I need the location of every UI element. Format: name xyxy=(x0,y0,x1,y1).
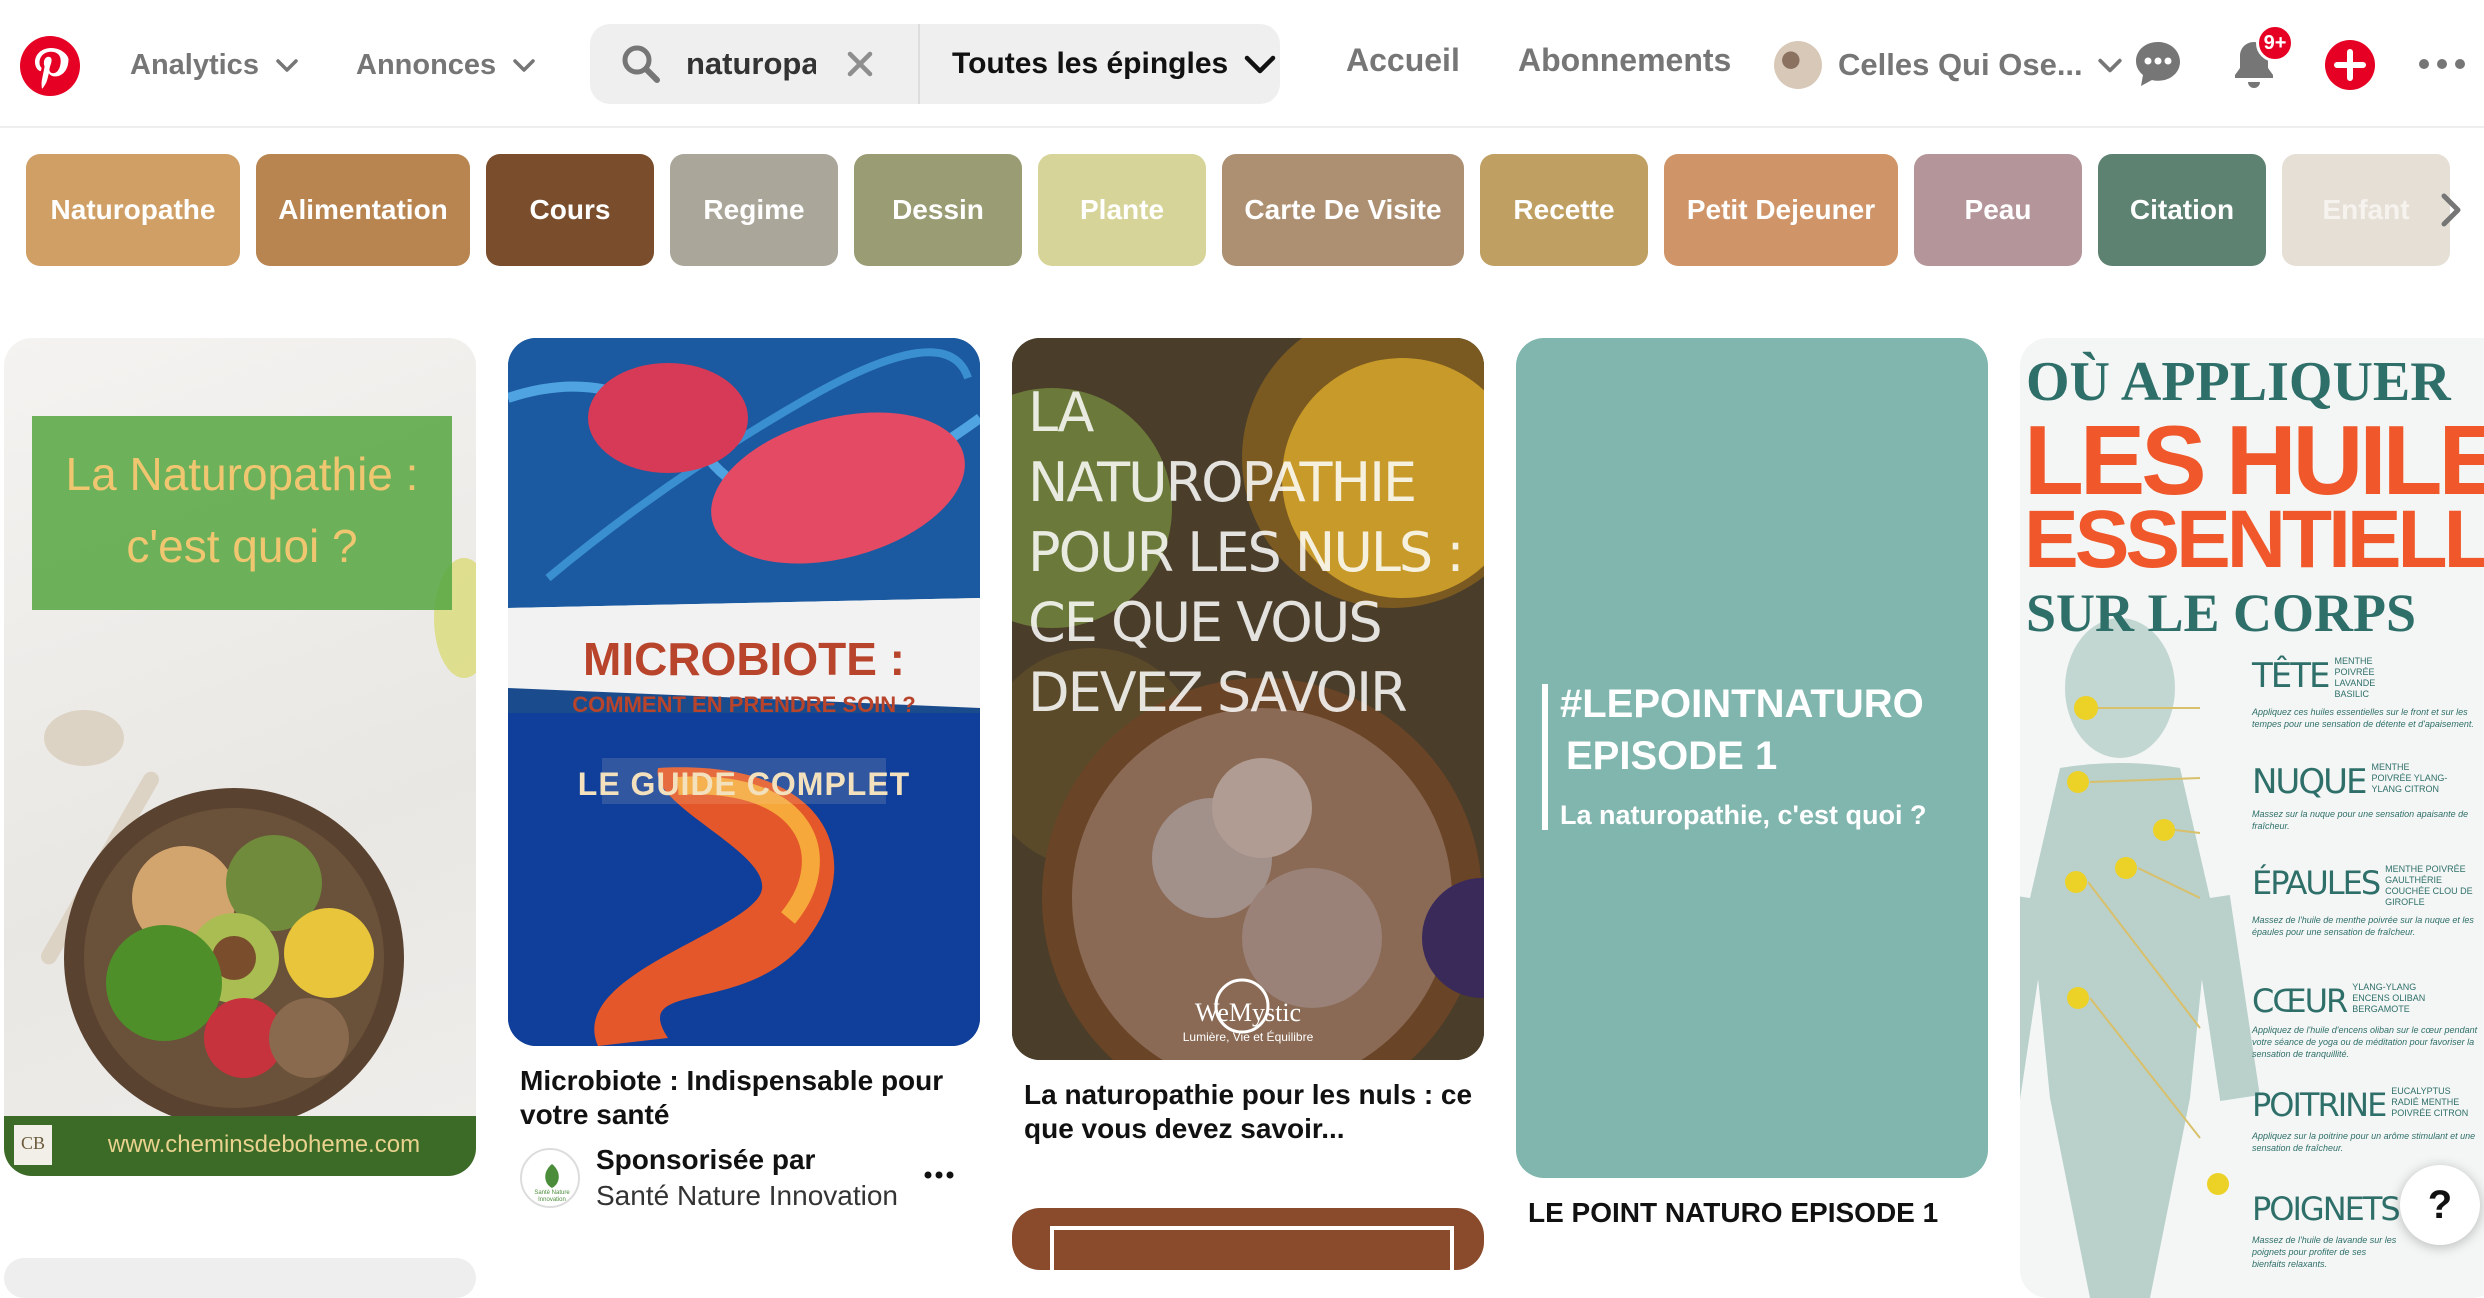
chip-alimentation[interactable]: Alimentation xyxy=(256,154,470,266)
chip-dessin[interactable]: Dessin xyxy=(854,154,1022,266)
chip-petit-dejeuner[interactable]: Petit Dejeuner xyxy=(1664,154,1898,266)
pin-title[interactable]: Microbiote : Indispensable pour votre sa… xyxy=(520,1064,970,1132)
top-navigation-bar: Analytics Annonces Toutes les épingles A… xyxy=(0,0,2484,128)
pin-next-partial[interactable] xyxy=(1012,1208,1484,1270)
pin-subline: COMMENT EN PRENDRE SOIN ? xyxy=(572,692,916,717)
more-options-icon[interactable] xyxy=(924,1170,954,1180)
chip-enfant[interactable]: Enfant xyxy=(2282,154,2450,266)
pin-hashtag-line1: #LEPOINTNATURO xyxy=(1560,682,1924,726)
body-part: CŒUR YLANG-YLANG ENCENS OLIBAN BERGAMOTE … xyxy=(2252,982,2484,1086)
search-scope-label: Toutes les épingles xyxy=(952,47,1229,80)
related-search-chips: Naturopathe Alimentation Cours Regime De… xyxy=(0,152,2484,268)
chip-plante[interactable]: Plante xyxy=(1038,154,1206,266)
sponsored-label: Sponsorisée par xyxy=(596,1144,816,1175)
annonces-menu[interactable]: Annonces xyxy=(356,40,536,90)
pin-hashtag-line2: EPISODE 1 xyxy=(1566,734,1778,778)
home-link[interactable]: Accueil xyxy=(1346,42,1460,79)
pin-heading: La Naturopathie : c'est quoi ? xyxy=(65,448,419,572)
chip-carte-de-visite[interactable]: Carte De Visite xyxy=(1222,154,1464,266)
clear-search-icon[interactable] xyxy=(846,50,874,78)
pin-image[interactable]: La Naturopathie : c'est quoi ? CB www.ch… xyxy=(4,338,476,1176)
pin-brand: WeMystic xyxy=(1194,998,1302,1027)
body-part-name: POIGNETS xyxy=(2252,1190,2401,1228)
pinterest-logo-icon[interactable] xyxy=(20,36,80,96)
body-part-name: ÉPAULES xyxy=(2252,864,2381,902)
body-part: ÉPAULES MENTHE POIVRÉE GAULTHÉRIE COUCHÉE… xyxy=(2252,864,2484,982)
body-part-desc: Appliquez ces huiles essentielles sur le… xyxy=(2252,707,2474,729)
sponsor-logo-text: Santé Nature Innovation xyxy=(534,1190,570,1203)
create-pin-button[interactable] xyxy=(2325,40,2375,90)
following-link[interactable]: Abonnements xyxy=(1518,42,1731,79)
help-button[interactable]: ? xyxy=(2400,1165,2480,1245)
search-divider xyxy=(918,24,920,104)
chip-naturopathe[interactable]: Naturopathe xyxy=(26,154,240,266)
body-part-oils: MENTHE POIVRÉE GAULTHÉRIE COUCHÉE CLOU D… xyxy=(2385,864,2473,907)
body-part-oils: YLANG-YLANG ENCENS OLIBAN BERGAMOTE xyxy=(2352,982,2426,1014)
account-name: Celles Qui Ose... xyxy=(1838,47,2083,82)
body-part: TÊTE MENTHE POIVRÉE LAVANDE BASILIC Appli… xyxy=(2252,656,2484,762)
pin-accent-bar xyxy=(1542,684,1548,830)
pin-title[interactable]: LE POINT NATURO EPISODE 1 xyxy=(1528,1196,1978,1230)
body-part-desc: Massez de l'huile de menthe poivrée sur … xyxy=(2252,915,2474,937)
pin-next-partial[interactable] xyxy=(4,1258,476,1298)
chevron-down-icon xyxy=(2098,58,2122,73)
pin-banner: LE GUIDE COMPLET xyxy=(577,766,911,802)
pin-image[interactable]: LA NATUROPATHIE POUR LES NULS : CE QUE V… xyxy=(1012,338,1484,1060)
chip-citation[interactable]: Citation xyxy=(2098,154,2266,266)
search-input[interactable] xyxy=(686,38,816,90)
plus-icon xyxy=(2334,49,2366,81)
pin-sub: La naturopathie, c'est quoi ? xyxy=(1560,800,1927,830)
chip-regime[interactable]: Regime xyxy=(670,154,838,266)
body-part-desc: Massez sur la nuque pour une sensation a… xyxy=(2252,809,2469,831)
body-part-oils: MENTHE POIVRÉE LAVANDE BASILIC xyxy=(2334,656,2376,699)
pin-image[interactable]: #LEPOINTNATURO EPISODE 1 La naturopathie… xyxy=(1516,338,1988,1178)
annonces-label: Annonces xyxy=(356,48,497,81)
more-options-icon[interactable] xyxy=(2416,38,2468,90)
avatar xyxy=(1774,41,1822,89)
account-switcher[interactable]: Celles Qui Ose... xyxy=(1774,40,2123,90)
body-part-oils: MENTHE POIVRÉE YLANG-YLANG CITRON xyxy=(2371,762,2448,794)
pin-brand-tagline: Lumière, Vie et Équilibre xyxy=(1182,1030,1314,1044)
pin-logo: CB xyxy=(20,1133,45,1153)
body-part-desc: Appliquez de l'huile d'encens oliban sur… xyxy=(2252,1025,2478,1059)
body-part-oils: EUCALYPTUS RADIÉ MENTHE POIVRÉE CITRON xyxy=(2391,1086,2469,1118)
search-scope-dropdown[interactable]: Toutes les épingles xyxy=(952,24,1278,104)
search-bar: Toutes les épingles xyxy=(590,24,1280,104)
search-icon xyxy=(622,45,660,83)
pin-footer-url: www.cheminsdeboheme.com xyxy=(107,1131,421,1158)
body-part-desc: Massez de l'huile de lavande sur les poi… xyxy=(2252,1235,2397,1269)
chevron-right-icon[interactable] xyxy=(2430,190,2470,230)
body-part-desc: Appliquez sur la poitrine pour un arôme … xyxy=(2252,1131,2476,1153)
body-part: NUQUE MENTHE POIVRÉE YLANG-YLANG CITRON M… xyxy=(2252,762,2484,864)
chevron-down-icon xyxy=(1244,55,1276,74)
body-part-name: CŒUR xyxy=(2252,982,2348,1020)
chip-cours[interactable]: Cours xyxy=(486,154,654,266)
analytics-menu[interactable]: Analytics xyxy=(130,40,299,90)
body-part-name: POITRINE xyxy=(2252,1086,2387,1124)
pin-headline: MICROBIOTE : xyxy=(583,633,905,685)
pin-overlay-text: LA NATUROPATHIE POUR LES NULS : CE QUE V… xyxy=(1028,381,1465,724)
pin-image[interactable]: MICROBIOTE : COMMENT EN PRENDRE SOIN ? L… xyxy=(508,338,980,1046)
pin-image[interactable]: OÙ APPLIQUER LES HUILES ESSENTIELLES SUR… xyxy=(2020,338,2484,1298)
chevron-down-icon xyxy=(513,59,535,72)
sponsor-logo[interactable]: Santé Nature Innovation xyxy=(520,1148,580,1208)
body-part-name: TÊTE xyxy=(2252,656,2331,696)
pin-line4: SUR LE CORPS xyxy=(2026,583,2417,643)
pin-illustration xyxy=(1050,1226,1454,1270)
chip-recette[interactable]: Recette xyxy=(1480,154,1648,266)
chip-peau[interactable]: Peau xyxy=(1914,154,2082,266)
notifications-badge: 9+ xyxy=(2256,24,2294,62)
pin-title[interactable]: La naturopathie pour les nuls : ce que v… xyxy=(1024,1078,1474,1146)
sponsor-name[interactable]: Santé Nature Innovation xyxy=(596,1180,898,1212)
messages-icon[interactable] xyxy=(2132,38,2184,90)
analytics-label: Analytics xyxy=(130,48,259,81)
pin-line3: ESSENTIELLES xyxy=(2024,494,2484,585)
body-part-name: NUQUE xyxy=(2252,762,2367,802)
chevron-down-icon xyxy=(276,59,298,72)
